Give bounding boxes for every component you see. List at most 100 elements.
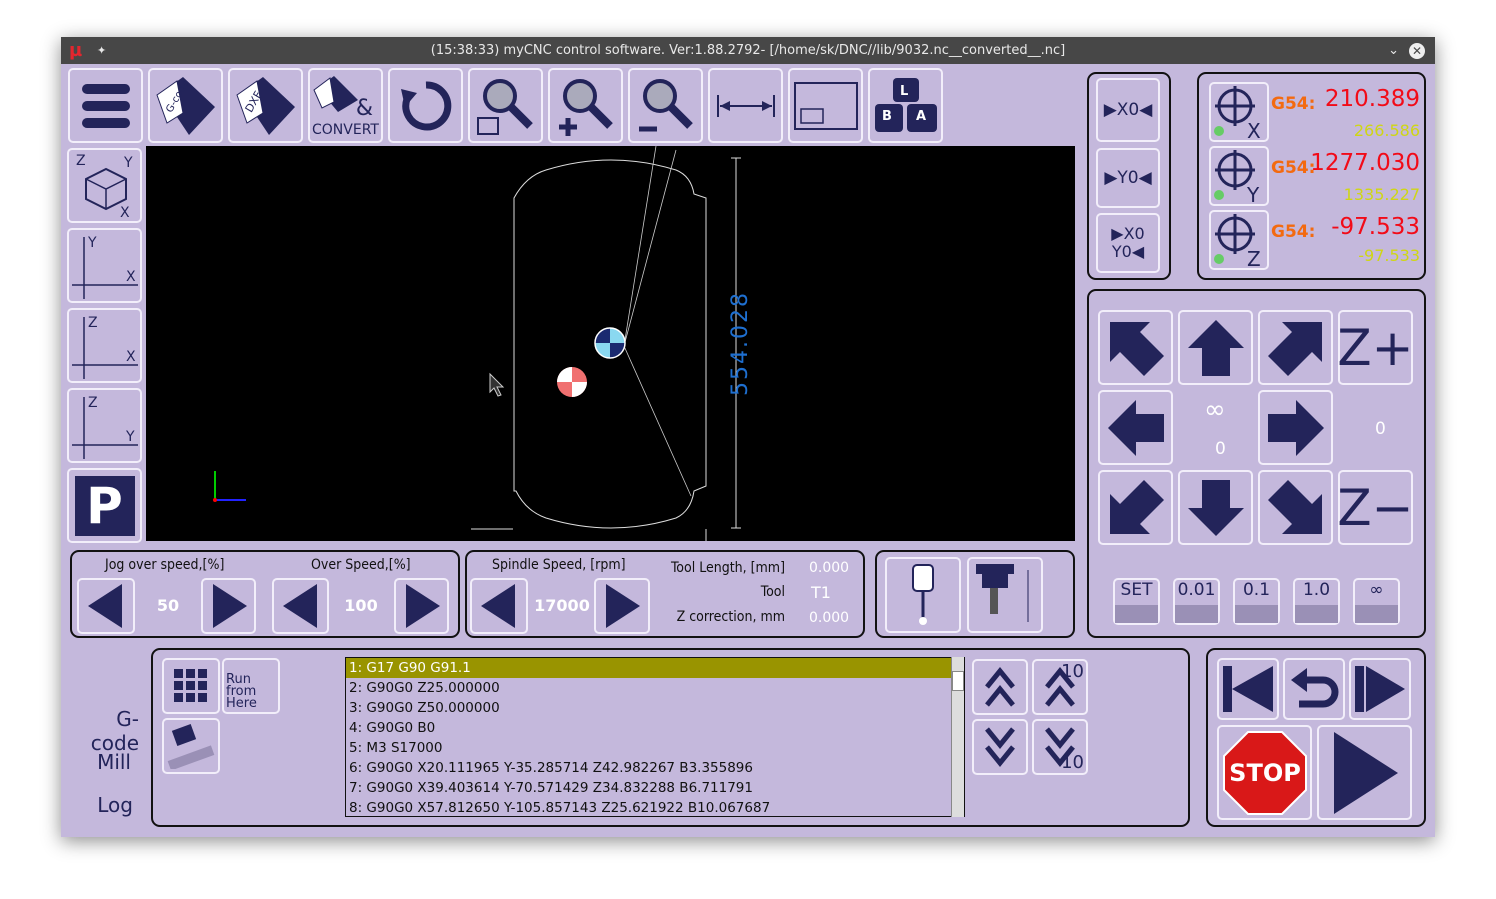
gcode-line[interactable]: 6: G90G0 X20.111965 Y-35.285714 Z42.9822…: [346, 758, 964, 778]
window-title: (15:38:33) myCNC control software. Ver:1…: [430, 43, 1066, 58]
tool-length-measure-button[interactable]: [967, 557, 1043, 633]
refresh-button[interactable]: [388, 68, 463, 143]
svg-text:X: X: [126, 349, 136, 365]
gcode-line[interactable]: 3: G90G0 Z50.000000: [346, 698, 964, 718]
jog-z-plus-button[interactable]: Z+: [1337, 310, 1414, 385]
over-speed-increase-button[interactable]: [394, 578, 449, 634]
jog-down-right-button[interactable]: [1258, 470, 1333, 545]
work-coord-z: -97.533: [1358, 246, 1420, 265]
jog-speed-decrease-button[interactable]: [77, 578, 135, 634]
page-up-button[interactable]: 10: [1032, 659, 1088, 715]
zoom-fit-button[interactable]: [468, 68, 543, 143]
svg-text:L: L: [900, 84, 908, 99]
spindle-decrease-button[interactable]: [470, 578, 528, 634]
zoom-in-button[interactable]: [548, 68, 623, 143]
measure-button[interactable]: [708, 68, 783, 143]
infinity-label: ∞: [1204, 395, 1226, 425]
pin-icon[interactable]: ✦: [97, 37, 106, 64]
svg-text:X: X: [126, 269, 136, 285]
arrow-down-icon: [1187, 479, 1244, 536]
zero-x-button[interactable]: ▶X0◀: [1096, 78, 1160, 142]
arrow-right-icon: [1267, 399, 1324, 456]
undo-button[interactable]: [1283, 658, 1345, 720]
jog-speed-increase-button[interactable]: [201, 578, 256, 634]
step-label: 0.01: [1177, 580, 1216, 600]
over-speed-decrease-button[interactable]: [272, 578, 329, 634]
tool-probe-button[interactable]: [885, 557, 961, 633]
tab-log[interactable]: Log: [63, 793, 133, 817]
zx-axes-icon: ZX: [71, 315, 138, 379]
ampersand: &: [355, 96, 373, 121]
jog-down-button[interactable]: [1178, 470, 1253, 545]
view-zy-button[interactable]: ZY: [67, 388, 142, 463]
undo-icon: [1291, 668, 1339, 708]
menu-button[interactable]: [68, 68, 143, 143]
view-zx-button[interactable]: ZX: [67, 308, 142, 383]
spindle-panel: Spindle Speed, [rpm] 17000 Tool Length, …: [465, 550, 865, 638]
zero-y-button[interactable]: ▶Y0◀: [1096, 148, 1160, 208]
set-x-button[interactable]: X: [1209, 82, 1269, 142]
jog-z-minus-button[interactable]: Z−: [1337, 470, 1414, 545]
set-y-button[interactable]: Y: [1209, 146, 1269, 206]
step-1.0-button[interactable]: 1.0: [1293, 578, 1340, 625]
zoom-in-icon: [558, 78, 613, 136]
convert-button[interactable]: & CONVERT: [308, 68, 383, 143]
svg-text:Z: Z: [76, 153, 86, 169]
step-0.01-button[interactable]: 0.01: [1173, 578, 1220, 625]
jog-down-left-button[interactable]: [1098, 470, 1173, 545]
open-dxf-button[interactable]: DXF: [228, 68, 303, 143]
step-label: 0.1: [1242, 580, 1271, 600]
rewind-button[interactable]: [1217, 658, 1279, 720]
gcode-scrollbar[interactable]: [951, 657, 964, 817]
tab-mill[interactable]: Mill: [61, 750, 131, 774]
view-iso-button[interactable]: Z Y X: [67, 148, 142, 223]
jog-up-button[interactable]: [1178, 310, 1253, 385]
gcode-line[interactable]: 2: G90G0 Z25.000000: [346, 678, 964, 698]
grid-view-button[interactable]: [162, 658, 220, 714]
open-gcode-button[interactable]: G-code: [148, 68, 223, 143]
minimize-chevron-icon[interactable]: ⌄: [1388, 37, 1399, 64]
work-area-button[interactable]: [788, 68, 863, 143]
triangle-right-icon: [405, 584, 440, 628]
hamburger-icon: [81, 83, 130, 128]
jog-left-button[interactable]: [1098, 390, 1173, 465]
run-from-here-button[interactable]: Run from Here: [222, 658, 280, 714]
step-0.1-button[interactable]: 0.1: [1233, 578, 1280, 625]
machine-coord-y: 1277.030: [1310, 150, 1420, 176]
set-z-button[interactable]: Z: [1209, 210, 1269, 270]
step-continuous-button[interactable]: ∞: [1353, 578, 1400, 625]
page-down-button[interactable]: 10: [1032, 719, 1088, 775]
xy-axes-icon: YX: [71, 235, 138, 299]
over-speed-label: Over Speed,[%]: [311, 557, 411, 573]
view-xy-button[interactable]: YX: [67, 228, 142, 303]
gcode-listing[interactable]: 1: G17 G90 G91.1 2: G90G0 Z25.000000 3: G9…: [345, 657, 965, 817]
rotate-part-icon: [167, 724, 215, 769]
keyboard-shortcuts-button[interactable]: LB A: [868, 68, 943, 143]
jog-up-left-button[interactable]: [1098, 310, 1173, 385]
step-forward-button[interactable]: [1349, 658, 1411, 720]
gcode-line[interactable]: 7: G90G0 X39.403614 Y-70.571429 Z34.8322…: [346, 778, 964, 798]
scroll-up-button[interactable]: [972, 659, 1028, 715]
transform-button[interactable]: [162, 718, 220, 774]
jog-right-button[interactable]: [1258, 390, 1333, 465]
park-button[interactable]: P: [67, 468, 142, 543]
gcode-line[interactable]: 1: G17 G90 G91.1: [346, 658, 964, 678]
gcode-line[interactable]: 4: G90G0 B0: [346, 718, 964, 738]
close-icon[interactable]: ✕: [1409, 43, 1425, 59]
machine-position-marker: [557, 367, 587, 397]
toolpath-viewport[interactable]: 554.028: [146, 146, 1075, 541]
spindle-increase-button[interactable]: [594, 578, 650, 634]
gcode-line[interactable]: 8: G90G0 X57.812650 Y-105.857143 Z25.621…: [346, 798, 964, 816]
triangle-right-icon: [212, 584, 247, 628]
stop-button[interactable]: STOP: [1217, 725, 1312, 820]
tab-gcode[interactable]: G-code: [69, 707, 139, 755]
start-button[interactable]: [1317, 725, 1412, 820]
gcode-line[interactable]: 5: M3 S17000: [346, 738, 964, 758]
triangle-left-icon: [88, 584, 122, 628]
zoom-out-button[interactable]: [628, 68, 703, 143]
step-set-button[interactable]: SET: [1113, 578, 1160, 625]
jog-up-right-button[interactable]: [1258, 310, 1333, 385]
zero-xy-button[interactable]: ▶X0 Y0◀: [1096, 213, 1160, 273]
svg-text:A: A: [916, 109, 926, 124]
scroll-down-button[interactable]: [972, 719, 1028, 775]
